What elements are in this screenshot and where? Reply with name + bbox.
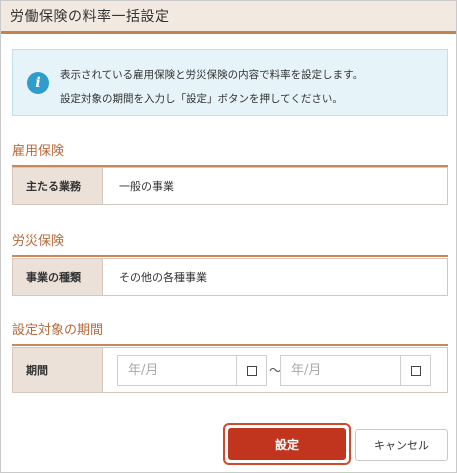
calendar-icon xyxy=(410,365,421,376)
period-from-field xyxy=(117,355,267,386)
workers-comp-business-type-value: その他の各種事業 xyxy=(119,271,207,284)
workers-comp-business-type-label: 事業の種類 xyxy=(13,259,103,295)
dialog-title: 労働保険の料率一括設定 xyxy=(10,9,170,25)
workers-comp-business-type-row: 事業の種類 その他の各種事業 xyxy=(12,258,448,296)
period-from-calendar-button[interactable] xyxy=(236,356,266,385)
calendar-icon xyxy=(246,365,257,376)
submit-button-focus-ring: 設定 xyxy=(223,423,351,465)
info-icon: i xyxy=(27,72,49,94)
section-title-period: 設定対象の期間 xyxy=(12,319,448,346)
info-text-line-1: 表示されている雇用保険と労災保険の内容で料率を設定します。 xyxy=(60,69,364,81)
cancel-button[interactable]: キャンセル xyxy=(355,429,448,461)
employment-main-business-row: 主たる業務 一般の事業 xyxy=(12,167,448,205)
period-to-field xyxy=(280,355,431,386)
period-to-input[interactable] xyxy=(281,356,400,385)
period-label: 期間 xyxy=(13,348,103,392)
info-box: i 表示されている雇用保険と労災保険の内容で料率を設定します。 設定対象の期間を… xyxy=(12,49,448,116)
submit-button[interactable]: 設定 xyxy=(228,428,346,460)
rate-batch-setting-dialog: 労働保険の料率一括設定 i 表示されている雇用保険と労災保険の内容で料率を設定し… xyxy=(0,0,457,473)
employment-main-business-value: 一般の事業 xyxy=(119,180,174,193)
period-to-calendar-button[interactable] xyxy=(400,356,430,385)
section-title-workers-comp: 労災保険 xyxy=(12,230,448,257)
dialog-titlebar: 労働保険の料率一括設定 xyxy=(1,1,456,34)
section-title-employment: 雇用保険 xyxy=(12,140,448,167)
employment-main-business-label: 主たる業務 xyxy=(13,168,103,204)
period-from-input[interactable] xyxy=(118,356,236,385)
period-row: 期間 ～ xyxy=(12,347,448,393)
info-text-line-2: 設定対象の期間を入力し「設定」ボタンを押してください。 xyxy=(60,93,343,105)
